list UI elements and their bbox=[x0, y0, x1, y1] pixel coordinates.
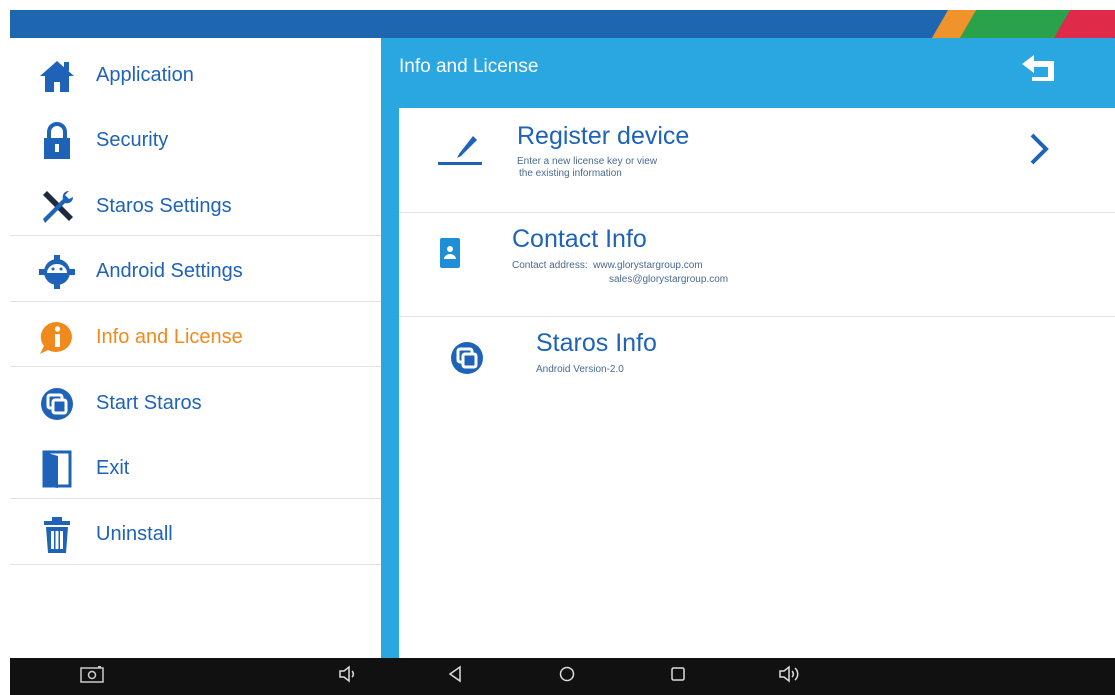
sidebar-divider bbox=[10, 235, 381, 236]
sidebar-divider bbox=[10, 498, 381, 499]
row-subtitle: Enter a new license key or view bbox=[517, 156, 658, 167]
row-subtitle: the existing information bbox=[519, 168, 622, 179]
info-license-panel: Info and License Register device Enter a… bbox=[381, 38, 1115, 658]
volume-up-button[interactable] bbox=[770, 658, 810, 695]
android-icon bbox=[37, 252, 77, 292]
row-subtitle: Contact address: www.glorystargroup.com bbox=[512, 260, 703, 271]
sidebar-item-start-staros[interactable]: Start Staros bbox=[10, 371, 381, 436]
sidebar: Application Security Staros Settings And… bbox=[10, 38, 381, 658]
page-title: Info and License bbox=[399, 56, 539, 77]
volume-up-icon bbox=[778, 665, 802, 688]
info-icon bbox=[37, 318, 77, 358]
home-icon bbox=[558, 665, 576, 688]
register-device-row[interactable]: Register device Enter a new license key … bbox=[399, 108, 1115, 212]
row-subtitle: sales@glorystargroup.com bbox=[609, 274, 729, 285]
screenshot-icon bbox=[79, 665, 105, 688]
sidebar-divider bbox=[10, 301, 381, 302]
sidebar-item-uninstall[interactable]: Uninstall bbox=[10, 502, 381, 567]
row-subtitle: Android Version-2.0 bbox=[536, 364, 624, 375]
sidebar-item-info-and-license[interactable]: Info and License bbox=[10, 305, 381, 370]
sidebar-item-label: Info and License bbox=[96, 326, 243, 348]
content-card: Register device Enter a new license key … bbox=[399, 108, 1115, 658]
sidebar-item-staros-settings[interactable]: Staros Settings bbox=[10, 174, 381, 239]
system-navigation-bar bbox=[10, 658, 1115, 695]
sidebar-item-security[interactable]: Security bbox=[10, 108, 381, 173]
back-button[interactable] bbox=[1015, 50, 1063, 90]
row-title: Staros Info bbox=[536, 329, 657, 357]
row-title: Contact Info bbox=[512, 225, 647, 253]
sidebar-item-label: Staros Settings bbox=[96, 195, 232, 217]
home-icon bbox=[37, 56, 77, 96]
sidebar-item-exit[interactable]: Exit bbox=[10, 436, 381, 501]
volume-down-icon bbox=[338, 665, 358, 688]
sidebar-item-label: Application bbox=[96, 64, 194, 86]
staros-info-row[interactable]: Staros Info Android Version-2.0 bbox=[399, 317, 1115, 417]
sidebar-divider bbox=[10, 366, 381, 367]
back-icon bbox=[447, 665, 463, 688]
screenshot-button[interactable] bbox=[72, 658, 112, 695]
back-arrow-icon bbox=[1020, 53, 1058, 88]
sidebar-divider bbox=[10, 564, 381, 565]
pencil-icon bbox=[437, 130, 483, 171]
sidebar-item-label: Android Settings bbox=[96, 260, 243, 282]
exit-door-icon bbox=[37, 449, 77, 489]
lock-icon bbox=[37, 121, 77, 161]
nav-back-button[interactable] bbox=[435, 658, 475, 695]
volume-down-button[interactable] bbox=[328, 658, 368, 695]
nav-home-button[interactable] bbox=[547, 658, 587, 695]
sidebar-item-label: Start Staros bbox=[96, 392, 202, 414]
staros-icon bbox=[37, 384, 77, 424]
staros-icon bbox=[449, 340, 485, 381]
sidebar-item-android-settings[interactable]: Android Settings bbox=[10, 239, 381, 304]
sidebar-item-label: Security bbox=[96, 129, 169, 151]
contact-info-row[interactable]: Contact Info Contact address: www.glorys… bbox=[399, 213, 1115, 316]
trash-icon bbox=[37, 515, 77, 555]
sidebar-item-label: Exit bbox=[96, 457, 130, 479]
recents-icon bbox=[670, 666, 686, 687]
sidebar-item-application[interactable]: Application bbox=[10, 43, 381, 108]
row-title: Register device bbox=[517, 122, 690, 150]
chevron-right-icon[interactable] bbox=[1027, 132, 1051, 171]
sidebar-item-label: Uninstall bbox=[96, 523, 173, 545]
nav-recents-button[interactable] bbox=[658, 658, 698, 695]
contact-card-icon bbox=[439, 237, 461, 274]
tools-icon bbox=[37, 187, 77, 227]
